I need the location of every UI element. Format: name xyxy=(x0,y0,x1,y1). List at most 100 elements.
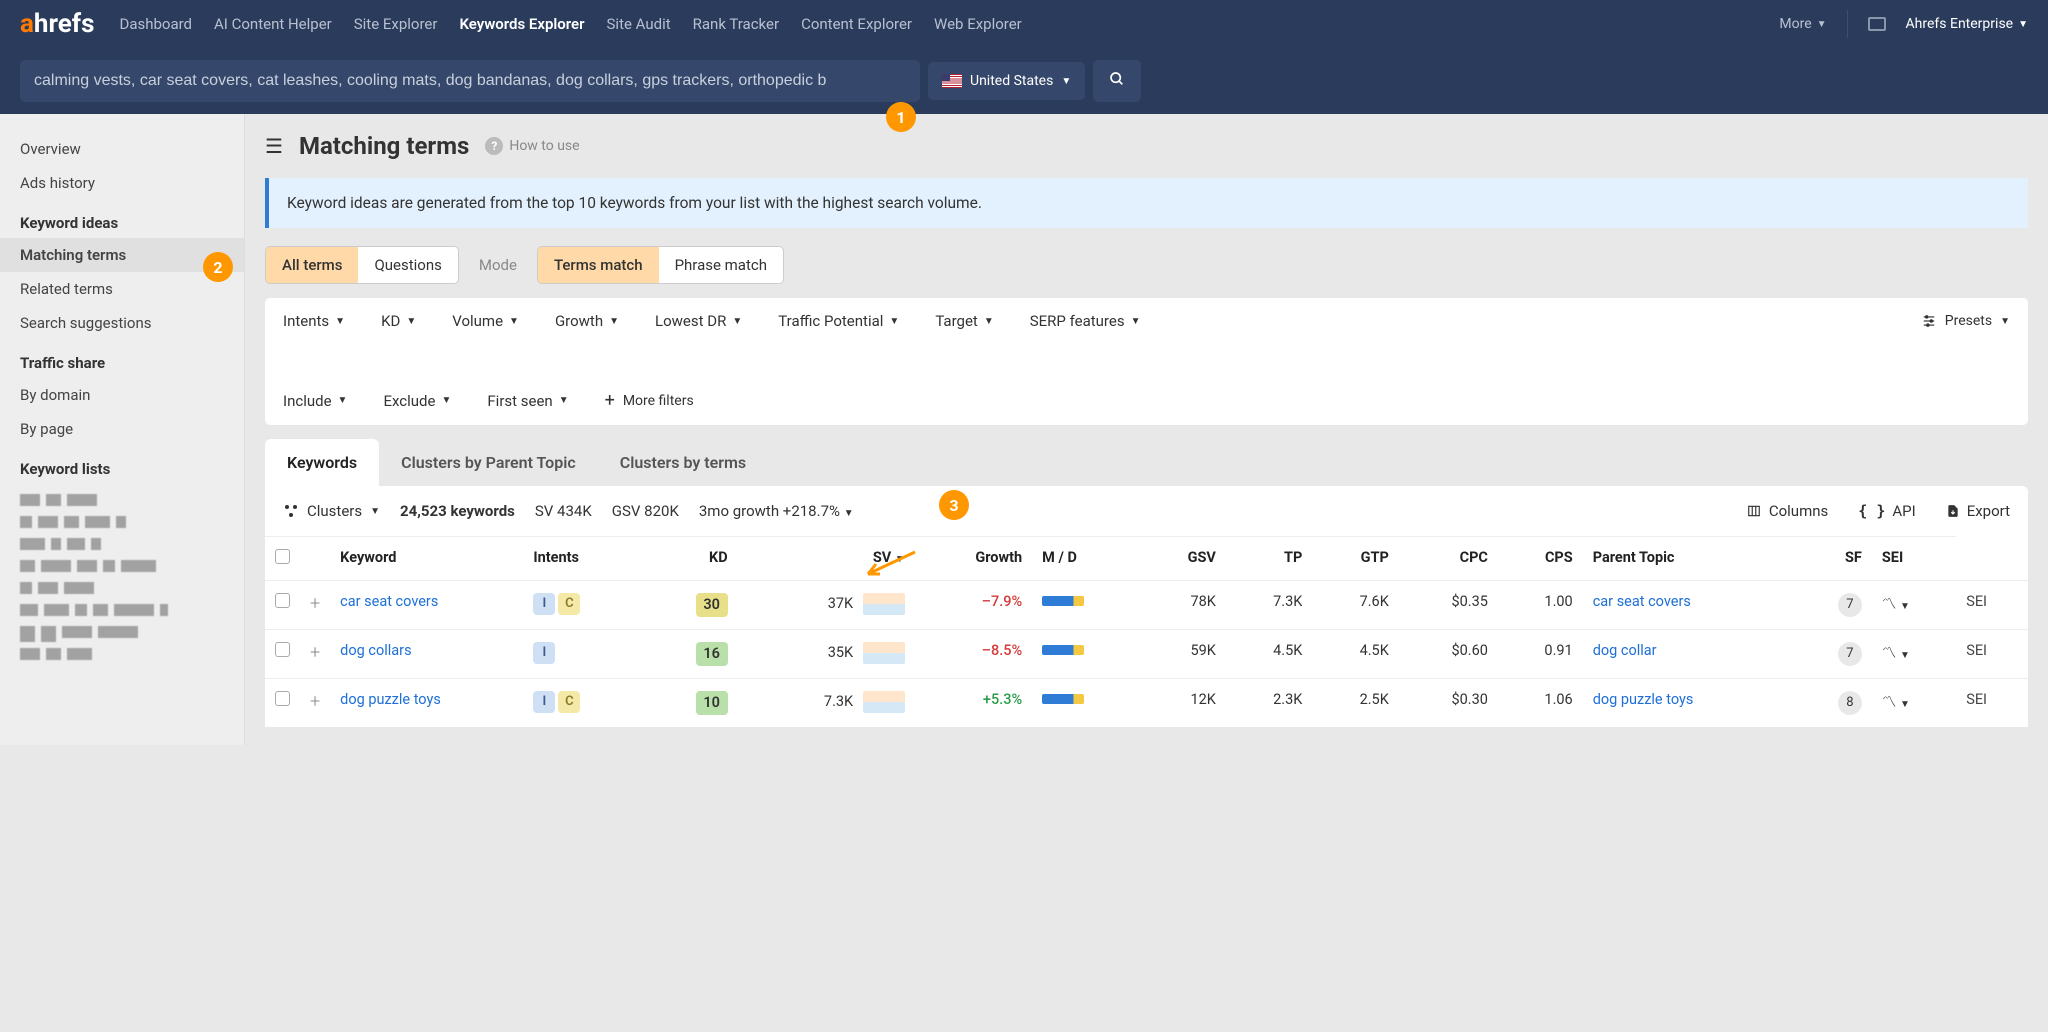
help-icon: ? xyxy=(485,137,503,155)
chevron-down-icon[interactable]: ▼ xyxy=(1900,601,1910,612)
sidebar-item-overview[interactable]: Overview xyxy=(0,132,244,166)
kd-badge: 16 xyxy=(696,642,728,666)
sparkline-icon xyxy=(863,691,905,713)
col-parent-topic[interactable]: Parent Topic xyxy=(1583,537,1795,581)
chevron-down-icon: ▼ xyxy=(1817,19,1827,30)
row-checkbox[interactable] xyxy=(275,593,290,608)
logo[interactable]: ahrefs xyxy=(20,9,94,39)
sf-badge: 8 xyxy=(1838,691,1862,715)
filter-intents[interactable]: Intents ▼ xyxy=(283,312,345,330)
md-bar xyxy=(1042,645,1084,655)
col-kd[interactable]: KD xyxy=(646,537,737,581)
growth-dropdown[interactable]: 3mo growth +218.7% ▼ xyxy=(699,502,854,520)
table-row: +dog puzzle toysIC107.3K +5.3%12K2.3K2.5… xyxy=(265,679,2028,728)
api-button[interactable]: { } API xyxy=(1858,502,1915,520)
col-cpc[interactable]: CPC xyxy=(1399,537,1498,581)
columns-button[interactable]: Columns xyxy=(1746,502,1828,520)
sidebar-item-ads-history[interactable]: Ads history xyxy=(0,166,244,200)
presets-dropdown[interactable]: Presets ▼ xyxy=(1921,313,2010,329)
filter-volume[interactable]: Volume ▼ xyxy=(452,312,519,330)
search-button[interactable] xyxy=(1093,60,1141,102)
chevron-down-icon: ▼ xyxy=(370,506,380,517)
clusters-dropdown[interactable]: Clusters ▼ xyxy=(283,502,380,520)
parent-topic-link[interactable]: dog puzzle toys xyxy=(1593,691,1694,708)
col-m-d[interactable]: M / D xyxy=(1032,537,1141,581)
country-dropdown[interactable]: United States ▼ xyxy=(928,62,1085,100)
export-button[interactable]: Export xyxy=(1946,502,2010,520)
sidebar-item-search-suggestions[interactable]: Search suggestions xyxy=(0,306,244,340)
sliders-icon xyxy=(1921,314,1937,328)
nav-dashboard[interactable]: Dashboard xyxy=(119,15,192,33)
keyword-lists-blur xyxy=(0,484,244,670)
tab-keywords[interactable]: Keywords xyxy=(265,439,379,486)
nav-rank-tracker[interactable]: Rank Tracker xyxy=(693,15,779,33)
col-growth[interactable]: Growth xyxy=(915,537,1032,581)
more-dropdown[interactable]: More ▼ xyxy=(1779,16,1826,32)
filter-target[interactable]: Target ▼ xyxy=(935,312,993,330)
display-icon[interactable] xyxy=(1868,17,1886,31)
trend-icon[interactable]: 〽 xyxy=(1882,645,1897,662)
nav-content-explorer[interactable]: Content Explorer xyxy=(801,15,912,33)
trend-icon[interactable]: 〽 xyxy=(1882,596,1897,613)
toggle-all-terms[interactable]: All terms xyxy=(266,247,358,283)
filter-lowest-dr[interactable]: Lowest DR ▼ xyxy=(655,312,742,330)
col-sei[interactable]: SEI xyxy=(1872,537,1956,581)
nav-ai-content-helper[interactable]: AI Content Helper xyxy=(214,15,332,33)
sidebar-item-by-domain[interactable]: By domain xyxy=(0,378,244,412)
filter-kd[interactable]: KD ▼ xyxy=(381,312,416,330)
toggle-terms-match[interactable]: Terms match xyxy=(538,247,659,283)
filter-include[interactable]: Include ▼ xyxy=(283,392,347,410)
chevron-down-icon: ▼ xyxy=(844,508,854,519)
chevron-down-icon: ▼ xyxy=(1061,76,1071,87)
keyword-link[interactable]: dog collars xyxy=(340,642,411,659)
chevron-down-icon: ▼ xyxy=(335,316,345,327)
intent-badge-i: I xyxy=(533,593,555,615)
sf-badge: 7 xyxy=(1838,593,1862,617)
keyword-link[interactable]: car seat covers xyxy=(340,593,438,610)
sidebar-item-by-page[interactable]: By page xyxy=(0,412,244,446)
parent-topic-link[interactable]: dog collar xyxy=(1593,642,1657,659)
account-dropdown[interactable]: Ahrefs Enterprise ▼ xyxy=(1906,16,2028,32)
nav-web-explorer[interactable]: Web Explorer xyxy=(934,15,1022,33)
expand-icon[interactable]: + xyxy=(310,642,320,663)
menu-toggle-icon[interactable]: ☰ xyxy=(265,134,283,158)
filter-serp-features[interactable]: SERP features ▼ xyxy=(1030,312,1141,330)
expand-icon[interactable]: + xyxy=(310,593,320,614)
sidebar-heading: Keyword ideas xyxy=(0,200,244,238)
chevron-down-icon[interactable]: ▼ xyxy=(1900,650,1910,661)
tab-clusters-by-parent-topic[interactable]: Clusters by Parent Topic xyxy=(379,439,598,486)
keyword-link[interactable]: dog puzzle toys xyxy=(340,691,441,708)
row-checkbox[interactable] xyxy=(275,691,290,706)
expand-icon[interactable]: + xyxy=(310,691,320,712)
columns-icon xyxy=(1746,504,1762,518)
nav-site-audit[interactable]: Site Audit xyxy=(607,15,671,33)
col-sf[interactable]: SF xyxy=(1795,537,1872,581)
how-to-use-link[interactable]: ?How to use xyxy=(485,137,579,155)
col-gtp[interactable]: GTP xyxy=(1312,537,1398,581)
trend-icon[interactable]: 〽 xyxy=(1882,694,1897,711)
filter-traffic-potential[interactable]: Traffic Potential ▼ xyxy=(778,312,899,330)
col-tp[interactable]: TP xyxy=(1226,537,1312,581)
col-keyword[interactable]: Keyword xyxy=(330,537,523,581)
filter-first-seen[interactable]: First seen ▼ xyxy=(487,392,568,410)
keyword-search-input[interactable] xyxy=(20,60,920,102)
intent-badge-i: I xyxy=(533,691,555,713)
col-intents[interactable]: Intents xyxy=(523,537,646,581)
toggle-questions[interactable]: Questions xyxy=(358,247,457,283)
more-filters-button[interactable]: +More filters xyxy=(605,390,694,411)
parent-topic-link[interactable]: car seat covers xyxy=(1593,593,1691,610)
filter-growth[interactable]: Growth ▼ xyxy=(555,312,619,330)
annotation-2: 2 xyxy=(203,252,233,282)
chevron-down-icon[interactable]: ▼ xyxy=(1900,699,1910,710)
tab-clusters-by-terms[interactable]: Clusters by terms xyxy=(598,439,768,486)
col-cps[interactable]: CPS xyxy=(1498,537,1583,581)
col-gsv[interactable]: GSV xyxy=(1141,537,1226,581)
select-all-checkbox[interactable] xyxy=(275,549,290,564)
toggle-phrase-match[interactable]: Phrase match xyxy=(659,247,783,283)
nav-keywords-explorer[interactable]: Keywords Explorer xyxy=(459,15,584,33)
nav-site-explorer[interactable]: Site Explorer xyxy=(354,15,438,33)
chevron-down-icon: ▼ xyxy=(889,316,899,327)
row-checkbox[interactable] xyxy=(275,642,290,657)
chevron-down-icon: ▼ xyxy=(1131,316,1141,327)
filter-exclude[interactable]: Exclude ▼ xyxy=(383,392,451,410)
